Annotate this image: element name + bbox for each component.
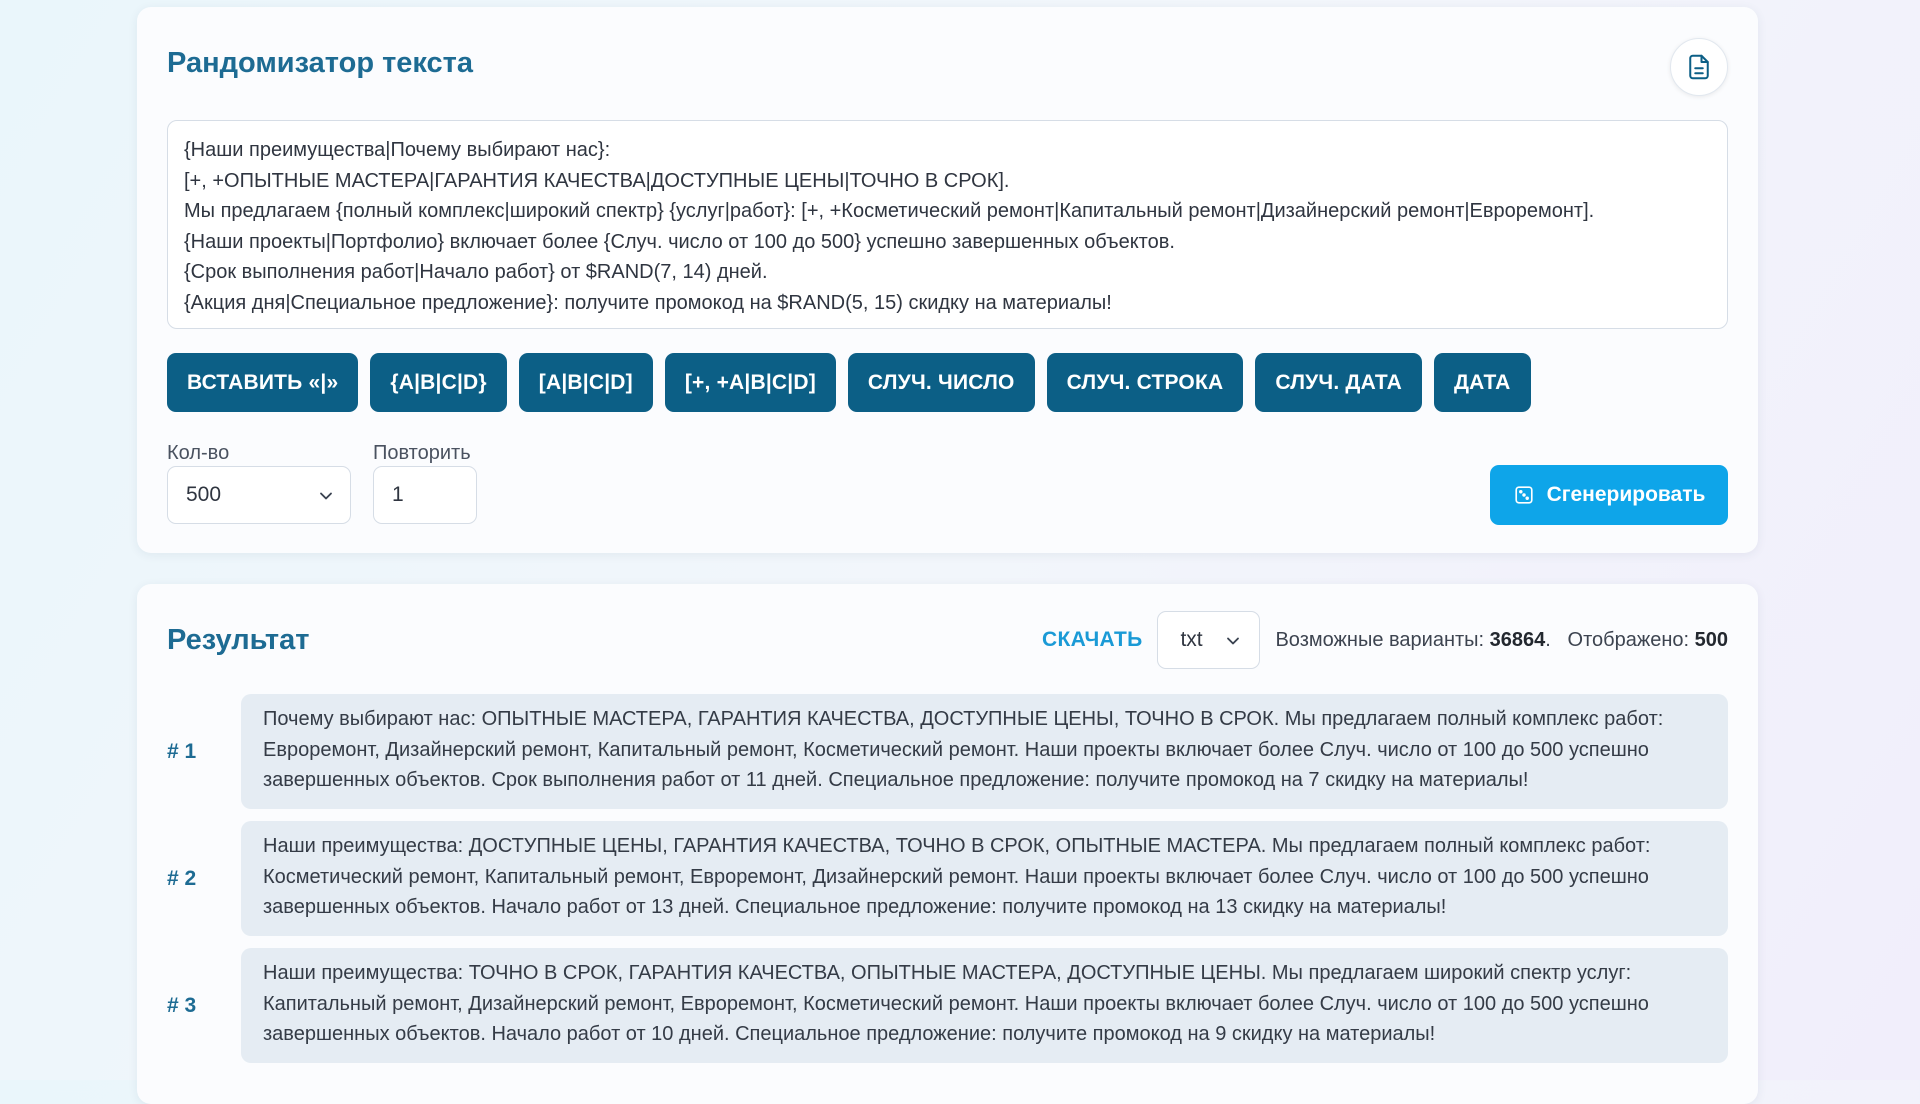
shown-label: Отображено: [1567, 628, 1690, 651]
document-icon [1689, 54, 1709, 80]
repeat-value: 1 [392, 483, 404, 506]
result-number: # 1 [167, 739, 197, 763]
random-number-button[interactable]: СЛУЧ. ЧИСЛО [847, 353, 1035, 412]
repeat-label: Повторить [373, 442, 471, 464]
template-line: [+, +ОПЫТНЫЕ МАСТЕРА|ГАРАНТИЯ КАЧЕСТВА|Д… [184, 169, 1010, 192]
chevron-down-icon [1227, 637, 1240, 645]
count-label: Кол-во [167, 442, 230, 464]
date-button[interactable]: ДАТА [1433, 353, 1531, 412]
generate-button[interactable]: Сгенерировать [1490, 465, 1728, 525]
template-textarea[interactable]: {Наши преимущества|Почему выбирают нас}:… [167, 120, 1728, 329]
dice-icon [1514, 486, 1533, 504]
randomizer-card: Рандомизатор текста {Наши преимущества|П… [137, 7, 1758, 553]
template-line: {Наши проекты|Портфолио} включает более … [184, 230, 1175, 253]
result-text[interactable]: Почему выбирают нас: ОПЫТНЫЕ МАСТЕРА, ГА… [241, 694, 1728, 809]
repeat-input[interactable]: 1 [373, 466, 477, 524]
template-line: {Срок выполнения работ|Начало работ} от … [184, 261, 768, 284]
variants-stat: Возможные варианты: 36864. Отображено: 5… [1275, 628, 1728, 651]
result-text[interactable]: Наши преимущества: ДОСТУПНЫЕ ЦЕНЫ, ГАРАН… [241, 821, 1728, 936]
result-row: # 3 Наши преимущества: ТОЧНО В СРОК, ГАР… [167, 948, 1728, 1063]
template-line: {Наши преимущества|Почему выбирают нас}: [184, 139, 611, 161]
result-text[interactable]: Наши преимущества: ТОЧНО В СРОК, ГАРАНТИ… [241, 948, 1728, 1063]
template-line: {Акция дня|Специальное предложение}: пол… [184, 291, 1112, 314]
result-number: # 3 [167, 993, 197, 1017]
generate-label: Сгенерировать [1546, 483, 1706, 506]
document-button[interactable] [1670, 38, 1728, 96]
insert-brackets-button[interactable]: [A|B|C|D] [518, 353, 653, 412]
format-select[interactable]: txt [1157, 611, 1261, 669]
shown-value: 500 [1694, 628, 1728, 651]
count-select[interactable]: 500 [167, 466, 351, 524]
insert-pipe-button[interactable]: ВСТАВИТЬ «|» [167, 353, 359, 412]
result-title: Результат [167, 624, 310, 656]
count-value: 500 [186, 483, 222, 506]
result-toolbar: СКАЧАТЬ txt Возможные варианты: 36864. О… [1042, 611, 1728, 669]
random-string-button[interactable]: СЛУЧ. СТРОКА [1046, 353, 1244, 412]
result-row: # 2 Наши преимущества: ДОСТУПНЫЕ ЦЕНЫ, Г… [167, 821, 1728, 936]
variants-value: 36864 [1489, 628, 1546, 651]
random-date-button[interactable]: СЛУЧ. ДАТА [1255, 353, 1422, 412]
page-title: Рандомизатор текста [167, 47, 474, 79]
download-link[interactable]: СКАЧАТЬ [1042, 628, 1142, 652]
result-number: # 2 [167, 866, 197, 890]
chevron-down-icon [320, 492, 332, 500]
format-value: txt [1180, 628, 1203, 651]
insert-permutation-button[interactable]: [+, +A|B|C|D] [664, 353, 836, 412]
variants-label: Возможные варианты: [1275, 628, 1485, 651]
result-row: # 1 Почему выбирают нас: ОПЫТНЫЕ МАСТЕРА… [167, 694, 1728, 809]
result-card: Результат СКАЧАТЬ txt Возможные варианты… [137, 584, 1758, 1104]
insert-toolbar: ВСТАВИТЬ «|» {A|B|C|D} [A|B|C|D] [+, +A|… [167, 353, 1531, 412]
insert-braces-button[interactable]: {A|B|C|D} [370, 353, 507, 412]
template-line: Мы предлагаем {полный комплекс|широкий с… [184, 200, 1595, 223]
